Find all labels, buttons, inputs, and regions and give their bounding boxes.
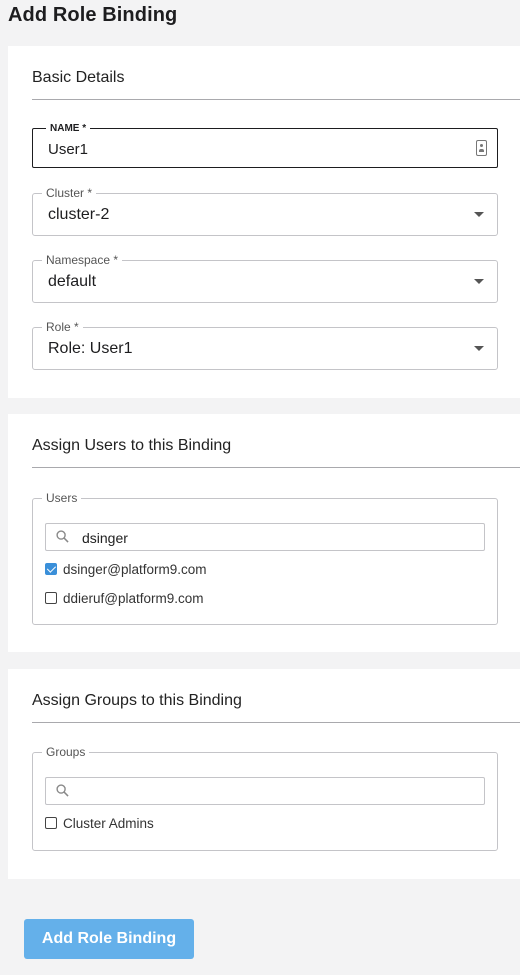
user-option-label: ddieruf@platform9.com xyxy=(63,590,204,606)
cluster-select[interactable]: Cluster * cluster-2 xyxy=(32,186,498,236)
users-search-input[interactable]: dsinger xyxy=(45,523,485,551)
basic-details-card: Basic Details NAME * User1 Cluster * clu… xyxy=(8,46,520,398)
cluster-select-value: cluster-2 xyxy=(48,206,110,223)
groups-card: Assign Groups to this Binding Groups Clu… xyxy=(8,669,520,879)
chevron-down-icon[interactable] xyxy=(474,346,484,351)
chevron-down-icon[interactable] xyxy=(474,212,484,217)
chevron-down-icon[interactable] xyxy=(474,279,484,284)
users-card: Assign Users to this Binding Users dsing… xyxy=(8,414,520,652)
page-title: Add Role Binding xyxy=(8,4,178,26)
add-role-binding-button[interactable]: Add Role Binding xyxy=(24,919,194,959)
search-icon xyxy=(56,784,69,797)
card-divider xyxy=(32,99,520,100)
groups-section-title: Assign Groups to this Binding xyxy=(32,692,242,709)
name-field[interactable]: NAME * User1 xyxy=(32,122,498,168)
users-field-label: Users xyxy=(42,491,82,505)
group-option[interactable]: Cluster Admins xyxy=(45,814,154,832)
namespace-select[interactable]: Namespace * default xyxy=(32,253,498,303)
contact-card-icon xyxy=(476,140,487,156)
users-field: Users dsinger dsinger@platform9.com ddie… xyxy=(32,491,498,625)
basic-details-title: Basic Details xyxy=(32,69,125,86)
users-section-title: Assign Users to this Binding xyxy=(32,437,232,454)
role-select-value: Role: User1 xyxy=(48,340,133,357)
user-checkbox[interactable] xyxy=(45,563,57,575)
namespace-select-value: default xyxy=(48,273,97,290)
card-divider xyxy=(32,722,520,723)
user-checkbox[interactable] xyxy=(45,592,57,604)
user-option-label: dsinger@platform9.com xyxy=(63,561,207,577)
groups-field-label: Groups xyxy=(42,745,90,759)
name-field-label: NAME * xyxy=(46,122,91,136)
user-option[interactable]: ddieruf@platform9.com xyxy=(45,589,204,607)
users-search-value: dsinger xyxy=(82,530,128,546)
group-checkbox[interactable] xyxy=(45,817,57,829)
card-divider xyxy=(32,467,520,468)
namespace-select-label: Namespace * xyxy=(42,253,123,267)
groups-search-input[interactable] xyxy=(45,777,485,805)
role-select-label: Role * xyxy=(42,320,83,334)
search-icon xyxy=(56,530,69,543)
groups-field: Groups Cluster Admins xyxy=(32,745,498,851)
role-select[interactable]: Role * Role: User1 xyxy=(32,320,498,370)
user-option[interactable]: dsinger@platform9.com xyxy=(45,560,207,578)
group-option-label: Cluster Admins xyxy=(63,815,154,831)
cluster-select-label: Cluster * xyxy=(42,186,97,200)
name-input[interactable]: User1 xyxy=(48,141,88,158)
